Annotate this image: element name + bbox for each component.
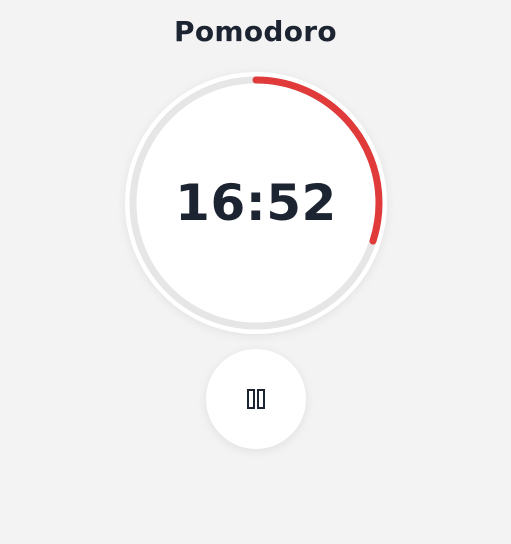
pause-button[interactable]: [206, 349, 306, 449]
timer-dial: 16:52: [125, 72, 387, 334]
pause-icon: [247, 389, 265, 409]
time-remaining: 16:52: [175, 174, 337, 232]
app-title: Pomodoro: [174, 15, 337, 48]
